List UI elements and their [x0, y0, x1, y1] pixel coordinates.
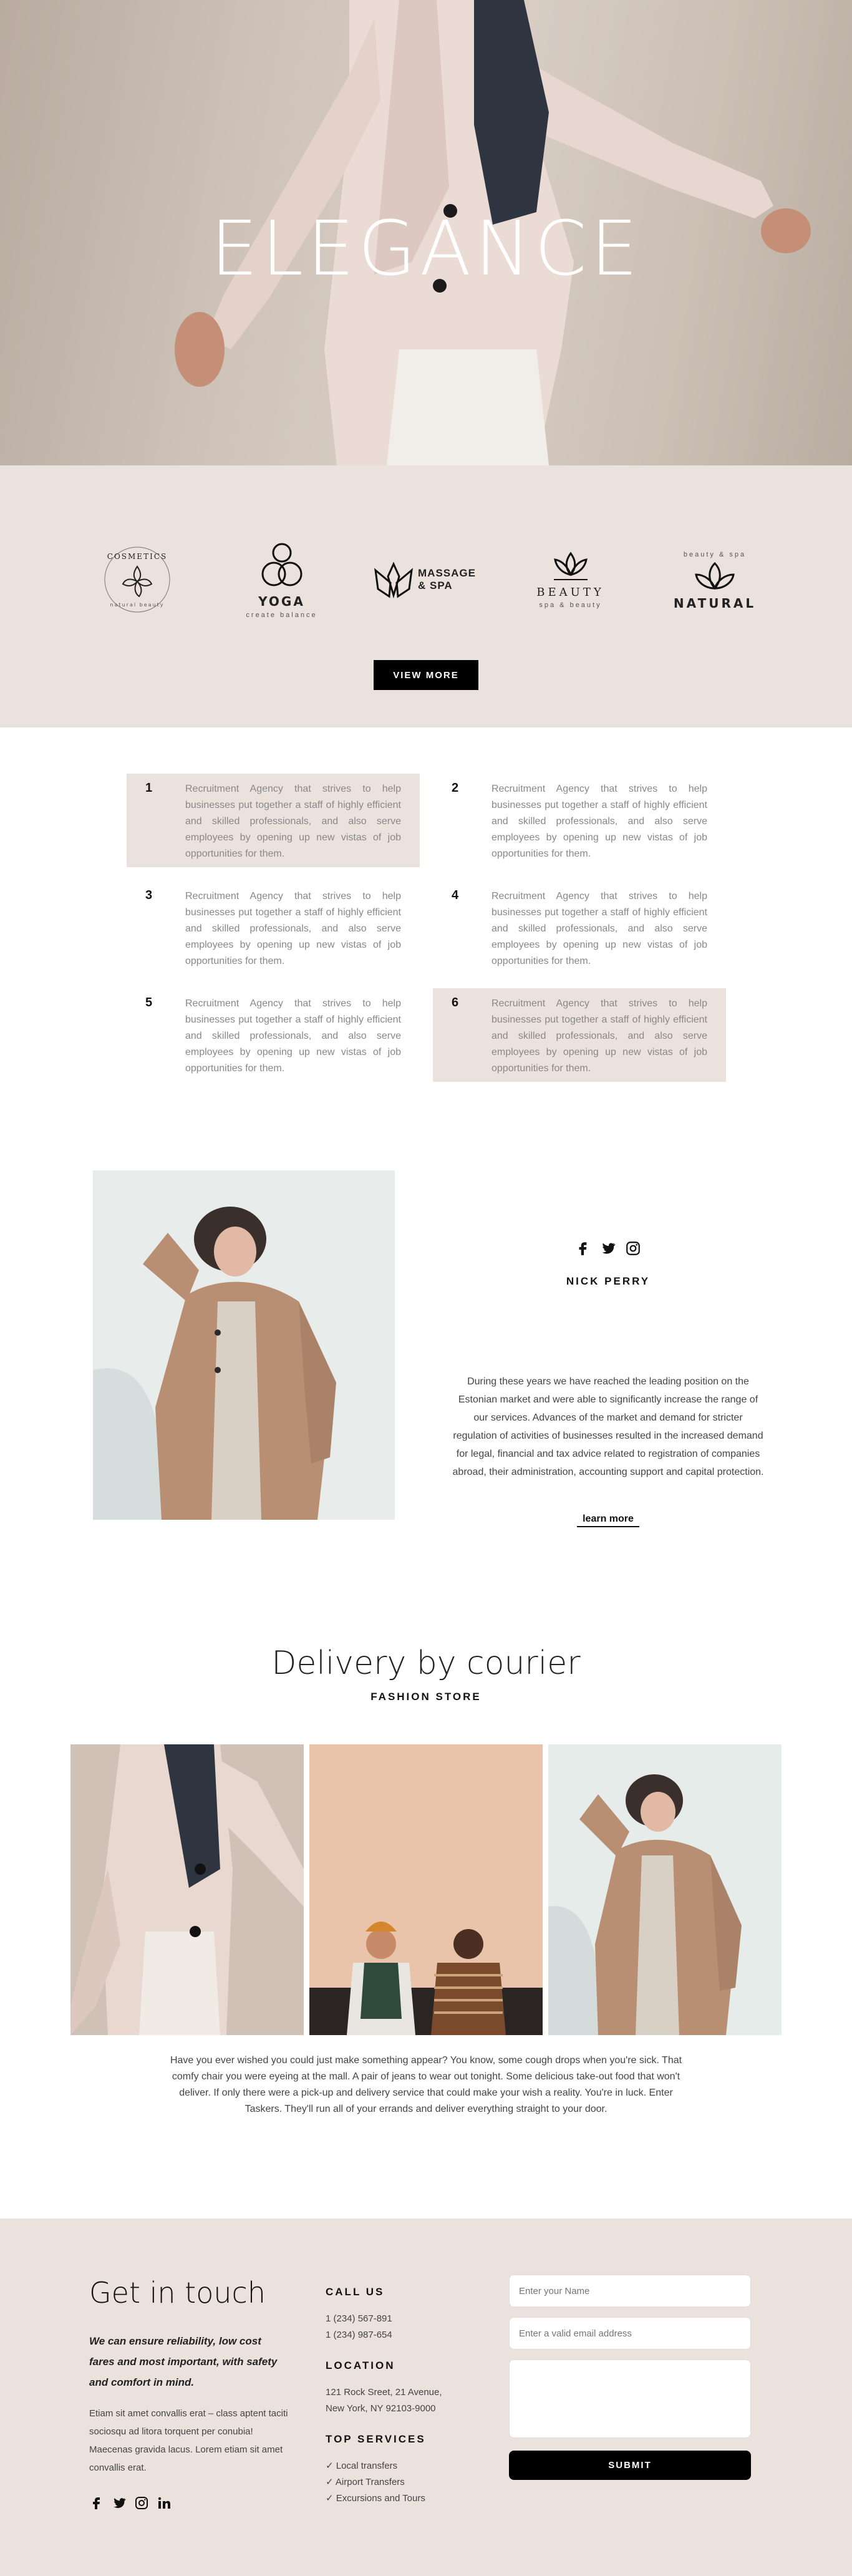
profile-photo	[93, 1170, 395, 1520]
twitter-icon[interactable]	[600, 1240, 616, 1256]
message-field[interactable]	[509, 2360, 751, 2438]
logo-massage-title: MASSAGE & SPA	[418, 567, 476, 591]
logo-yoga-subtitle: create balance	[246, 611, 317, 619]
lotus-icon	[374, 561, 413, 599]
logo-cosmetics: COSMETICS natural beauty	[81, 533, 193, 626]
feature-number: 4	[452, 888, 459, 902]
brand-logos: COSMETICS natural beauty YOGA create bal…	[81, 533, 771, 626]
contact-lead: We can ensure reliability, low cost fare…	[89, 2335, 278, 2388]
feature-text: Recruitment Agency that strives to help …	[491, 998, 707, 1074]
delivery-section: Delivery by courier FASHION STORE Have y…	[0, 1620, 852, 2219]
delivery-text: Have you ever wished you could just make…	[170, 2055, 682, 2114]
feature-item: 5 Recruitment Agency that strives to hel…	[127, 988, 420, 1082]
gallery-image-3	[548, 1744, 782, 2035]
phone-number: 1 (234) 987-654	[326, 2330, 392, 2340]
gallery-image-1	[70, 1744, 304, 2035]
submit-button[interactable]: SUBMIT	[509, 2451, 751, 2480]
logo-natural: beauty & spa NATURAL	[659, 533, 771, 626]
feature-text: Recruitment Agency that strives to help …	[185, 891, 401, 966]
twitter-icon[interactable]	[112, 2496, 127, 2510]
logo-natural-subtitle: beauty & spa	[683, 551, 747, 558]
delivery-title: Delivery by courier	[271, 1645, 581, 1682]
email-field[interactable]	[509, 2317, 751, 2350]
feature-item: 2 Recruitment Agency that strives to hel…	[433, 774, 726, 867]
feature-text: Recruitment Agency that strives to help …	[185, 784, 401, 859]
hero-title: ELEGANCE	[210, 206, 642, 293]
flower-icon: COSMETICS natural beauty	[104, 547, 170, 613]
svg-text:natural beauty: natural beauty	[110, 602, 165, 608]
woman-trench-coat-image	[548, 1744, 782, 2035]
service-item: ✓ Airport Transfers	[326, 2477, 405, 2487]
profile-section: NICK PERRY During these years we have re…	[0, 1127, 852, 1620]
feature-item: 6 Recruitment Agency that strives to hel…	[433, 988, 726, 1082]
name-field[interactable]	[509, 2275, 751, 2307]
gallery-image-2	[309, 1744, 543, 2035]
svg-text:COSMETICS: COSMETICS	[107, 552, 167, 561]
contact-title: Get in touch	[89, 2276, 266, 2310]
instagram-icon[interactable]	[134, 2496, 149, 2510]
services-heading: TOP SERVICES	[326, 2433, 426, 2445]
feature-text: Recruitment Agency that strives to help …	[491, 891, 707, 966]
feature-number: 3	[145, 888, 153, 902]
footer-social-links	[89, 2496, 172, 2510]
feature-number: 6	[452, 996, 459, 1009]
location-heading: LOCATION	[326, 2360, 395, 2371]
address-line: New York, NY 92103-9000	[326, 2403, 436, 2414]
feature-text: Recruitment Agency that strives to help …	[185, 998, 401, 1074]
logo-beauty: BEAUTY spa & beauty	[515, 533, 627, 626]
logo-beauty-title: BEAUTY	[536, 585, 604, 599]
facebook-icon[interactable]	[575, 1240, 591, 1256]
feature-item: 1 Recruitment Agency that strives to hel…	[127, 774, 420, 867]
lotus-flower-icon	[553, 551, 588, 580]
service-item: ✓ Excursions and Tours	[326, 2493, 425, 2504]
woman-in-blazer-image	[70, 1744, 304, 2035]
logo-yoga: YOGA create balance	[226, 533, 338, 626]
learn-more-link[interactable]: learn more	[577, 1514, 639, 1527]
profile-description: During these years we have reached the l…	[452, 1376, 764, 1477]
logos-section: COSMETICS natural beauty YOGA create bal…	[0, 465, 852, 727]
feature-item: 3 Recruitment Agency that strives to hel…	[127, 881, 420, 975]
leaves-icon	[695, 561, 735, 590]
contact-form: SUBMIT	[509, 2275, 751, 2480]
feature-number: 5	[145, 996, 153, 1009]
call-us-heading: CALL US	[326, 2286, 385, 2298]
instagram-icon[interactable]	[625, 1240, 641, 1256]
contact-section: Get in touch We can ensure reliability, …	[0, 2219, 852, 2576]
feature-item: 4 Recruitment Agency that strives to hel…	[433, 881, 726, 975]
phone-number: 1 (234) 567-891	[326, 2313, 392, 2324]
view-more-button[interactable]: VIEW MORE	[374, 660, 478, 690]
contact-info: CALL US 1 (234) 567-891 1 (234) 987-654 …	[326, 2286, 475, 2523]
logo-yoga-title: YOGA	[258, 594, 305, 609]
address-line: 121 Rock Sreet, 21 Avenue,	[326, 2387, 442, 2398]
logo-massage-spa: MASSAGE & SPA	[370, 533, 482, 626]
feature-text: Recruitment Agency that strives to help …	[491, 784, 707, 859]
service-item: ✓ Local transfers	[326, 2461, 398, 2471]
linkedin-icon[interactable]	[157, 2496, 172, 2510]
profile-name: NICK PERRY	[566, 1275, 651, 1287]
contact-body: Etiam sit amet convallis erat – class ap…	[89, 2408, 288, 2473]
feature-number: 2	[452, 781, 459, 795]
feature-number: 1	[145, 781, 153, 795]
two-men-image	[309, 1744, 543, 2035]
logo-natural-title: NATURAL	[673, 596, 757, 611]
logo-beauty-subtitle: spa & beauty	[539, 601, 602, 609]
delivery-subtitle: FASHION STORE	[370, 1691, 482, 1703]
yoga-icon	[261, 543, 302, 586]
woman-in-coat-image	[93, 1170, 395, 1520]
hero-section: ELEGANCE	[0, 0, 852, 465]
profile-social-links	[575, 1240, 641, 1256]
facebook-icon[interactable]	[89, 2496, 104, 2510]
features-section: 1 Recruitment Agency that strives to hel…	[0, 727, 852, 1127]
